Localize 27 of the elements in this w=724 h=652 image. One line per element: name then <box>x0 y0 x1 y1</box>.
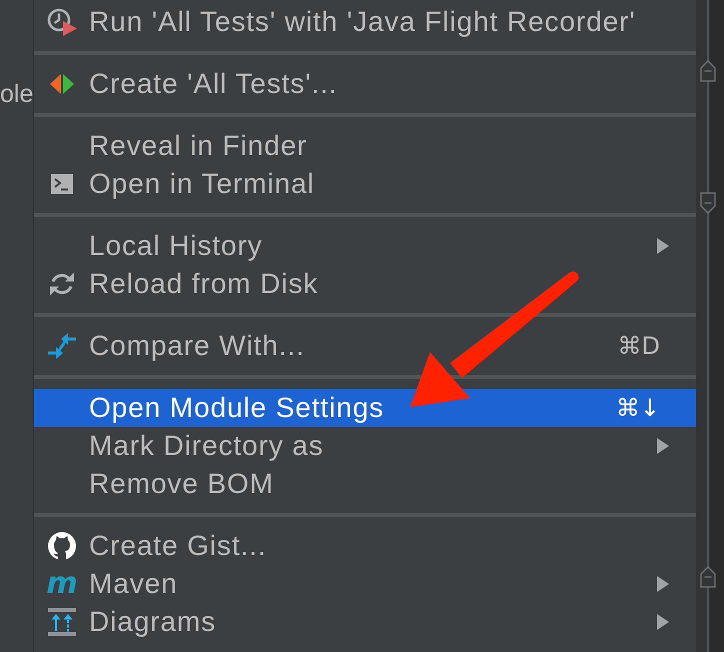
menu-item[interactable]: Remove BOM <box>34 465 696 503</box>
github-icon <box>48 532 76 560</box>
fold-marker-icon[interactable] <box>700 566 716 588</box>
menu-item[interactable]: Reveal in Finder <box>34 127 696 165</box>
fold-marker-icon[interactable] <box>700 60 716 82</box>
panel-label: ole <box>0 79 34 110</box>
diagram-arrows-icon <box>48 608 76 636</box>
menu-item[interactable]: Local History <box>34 227 696 265</box>
converging-arrows-icon <box>48 332 76 360</box>
menu-item[interactable]: Open Module Settings ⌘↓ <box>34 389 696 427</box>
menu-item[interactable]: Mark Directory as <box>34 427 696 465</box>
clock-play-icon <box>47 8 77 36</box>
menu-item[interactable]: Diagrams <box>34 603 696 641</box>
menu-item[interactable]: Create 'All Tests'... <box>34 65 696 103</box>
menu-item[interactable]: Create Gist... <box>34 527 696 565</box>
menu-item[interactable]: Compare With... ⌘D <box>34 327 696 365</box>
split-diamond-icon <box>50 74 74 94</box>
menu-item[interactable]: Run 'All Tests' with 'Java Flight Recorder' <box>34 3 696 41</box>
keyboard-shortcut: ⌘D <box>618 331 660 361</box>
menu-item[interactable]: Reload from Disk <box>34 265 696 303</box>
maven-icon: m <box>46 570 78 598</box>
fold-marker-icon[interactable] <box>700 192 716 214</box>
menu-item[interactable]: Open in Terminal <box>34 165 696 203</box>
menu-item[interactable]: m Maven <box>34 565 696 603</box>
keyboard-shortcut: ⌘↓ <box>616 393 660 423</box>
refresh-icon <box>49 272 75 296</box>
terminal-icon <box>51 174 73 194</box>
